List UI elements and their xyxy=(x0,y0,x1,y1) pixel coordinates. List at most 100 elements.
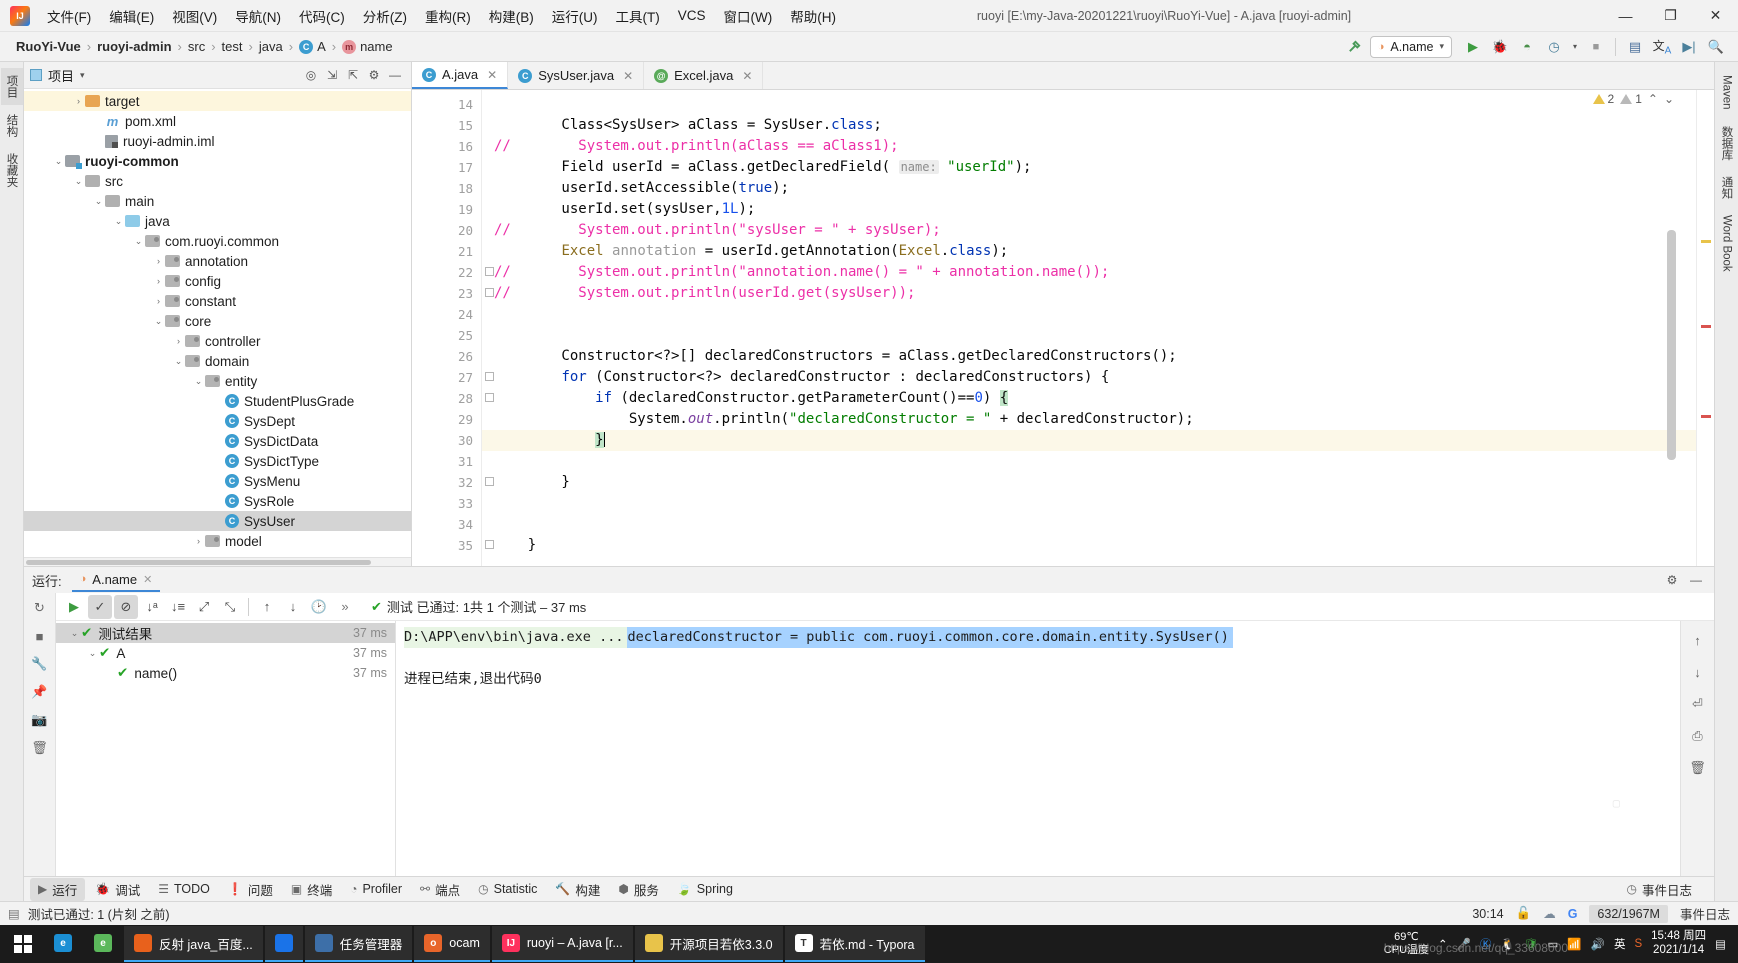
editor-tab-excel-java[interactable]: @ Excel.java ✕ xyxy=(644,62,764,89)
hide-ignored-icon[interactable]: ⊘ xyxy=(114,594,138,619)
prev-test-icon[interactable]: ↑ xyxy=(255,595,279,619)
menu-run[interactable]: 运行(U) xyxy=(543,2,607,30)
expand-arrow-icon[interactable]: ⌄ xyxy=(192,376,205,387)
close-icon[interactable]: ✕ xyxy=(487,68,497,82)
code-line[interactable]: for (Constructor<?> declaredConstructor … xyxy=(482,367,1696,388)
line-number[interactable]: 22 xyxy=(412,262,494,283)
project-horizontal-scrollbar[interactable] xyxy=(24,557,411,566)
line-number[interactable]: 35 xyxy=(412,535,494,556)
code-line[interactable] xyxy=(482,451,1696,472)
line-number[interactable]: 19 xyxy=(412,199,481,220)
tree-node-src[interactable]: ⌄ src xyxy=(24,171,411,191)
minimize-icon[interactable]: — xyxy=(1686,570,1706,590)
code-line[interactable] xyxy=(482,514,1696,535)
bottom-tab-run[interactable]: ▶ 运行 xyxy=(30,877,86,901)
taskbar-chrome[interactable] xyxy=(264,926,303,962)
tree-node-core[interactable]: ⌄ core xyxy=(24,311,411,331)
clock-widget[interactable]: 15:48 周四 2021/1/14 xyxy=(1651,930,1706,958)
code-line[interactable] xyxy=(482,493,1696,514)
expand-arrow-icon[interactable]: › xyxy=(152,296,165,306)
line-number[interactable]: 25 xyxy=(412,325,481,346)
delete-icon[interactable]: 🗑 xyxy=(29,737,51,759)
scroll-up-icon[interactable]: ↑ xyxy=(1686,629,1710,651)
soft-wrap-icon[interactable]: ⏎ xyxy=(1686,693,1710,715)
code-line[interactable]: Class<SysUser> aClass = SysUser.class; xyxy=(482,115,1696,136)
project-tree[interactable]: › target m pom.xml ruoyi-admin.iml ⌄ ruoyi-com… xyxy=(24,89,411,557)
hide-panel-icon[interactable]: — xyxy=(385,65,405,85)
more-actions-icon[interactable]: » xyxy=(333,595,357,619)
tree-node-java[interactable]: ⌄ java xyxy=(24,211,411,231)
run-tab-a-name[interactable]: ◑ A.name ✕ xyxy=(71,569,161,592)
code-line[interactable] xyxy=(482,94,1696,115)
settings-gear-icon[interactable]: ⚙ xyxy=(364,65,384,85)
line-number[interactable]: 14 xyxy=(412,94,481,115)
tool-window-database[interactable]: 数据库 xyxy=(1716,119,1738,168)
menu-edit[interactable]: 编辑(E) xyxy=(100,2,163,30)
line-number[interactable]: 33 xyxy=(412,493,481,514)
caret-position[interactable]: 30:14 xyxy=(1472,907,1503,921)
code-line[interactable]: // System.out.println("annotation.name()… xyxy=(482,262,1696,283)
weak-warning-badge[interactable]: 1 xyxy=(1620,92,1642,106)
tool-window-structure[interactable]: 结构 xyxy=(1,107,23,144)
close-icon[interactable]: ✕ xyxy=(742,69,752,83)
stop-button[interactable]: ■ xyxy=(1584,35,1608,59)
line-number[interactable]: 31 xyxy=(412,451,481,472)
tree-node-target[interactable]: › target xyxy=(24,91,411,111)
profile-icon[interactable]: ◷ xyxy=(1542,35,1566,59)
debug-icon[interactable]: 🐞 xyxy=(1488,35,1512,59)
sort-by-duration-icon[interactable]: ↓≡ xyxy=(166,595,190,619)
tool-window-project[interactable]: 项目 xyxy=(0,68,23,105)
tree-node-sysdept[interactable]: C SysDept xyxy=(24,411,411,431)
menu-code[interactable]: 代码(C) xyxy=(290,2,354,30)
code-line[interactable]: } xyxy=(482,535,1696,556)
code-line[interactable]: // System.out.println("sysUser = " + sys… xyxy=(482,220,1696,241)
close-button[interactable]: ✕ xyxy=(1693,0,1738,32)
line-number[interactable]: 20 xyxy=(412,220,481,241)
close-icon[interactable]: ✕ xyxy=(143,573,152,586)
code-line[interactable]: // System.out.println(userId.get(sysUser… xyxy=(482,283,1696,304)
build-project-icon[interactable]: ▤ xyxy=(1623,35,1647,59)
code-line[interactable]: // System.out.println(aClass == aClass1)… xyxy=(482,136,1696,157)
expand-arrow-icon[interactable]: ⌄ xyxy=(68,628,81,639)
breadcrumb-item-test[interactable]: test xyxy=(218,37,247,56)
taskbar-folder[interactable]: 开源项目若依3.3.0 xyxy=(634,926,783,962)
pin-icon[interactable]: 📌 xyxy=(29,681,51,703)
tree-node-sysuser[interactable]: C SysUser xyxy=(24,511,411,531)
expand-arrow-icon[interactable]: ⌄ xyxy=(92,196,105,207)
code-line[interactable]: Constructor<?>[] declaredConstructors = … xyxy=(482,346,1696,367)
code-line[interactable]: } xyxy=(482,472,1696,493)
menu-tools[interactable]: 工具(T) xyxy=(607,2,669,30)
show-passed-icon[interactable]: ✓ xyxy=(88,594,112,619)
next-test-icon[interactable]: ↓ xyxy=(281,595,305,619)
rerun-icon[interactable]: ↻ xyxy=(29,597,51,619)
run-with-coverage-icon[interactable]: ◓ xyxy=(1515,35,1539,59)
memory-indicator[interactable]: 632/1967M xyxy=(1589,904,1668,923)
menu-help[interactable]: 帮助(H) xyxy=(781,2,845,30)
tree-node-pom-xml[interactable]: m pom.xml xyxy=(24,111,411,131)
code-line[interactable]: userId.set(sysUser,1L); xyxy=(482,199,1696,220)
taskbar-task-manager[interactable]: 任务管理器 xyxy=(304,926,413,962)
tree-node-config[interactable]: › config xyxy=(24,271,411,291)
line-number[interactable]: 30 xyxy=(412,430,494,451)
menu-analyze[interactable]: 分析(Z) xyxy=(354,2,416,30)
tool-window-favorites[interactable]: 收藏夹 xyxy=(1,146,23,195)
code-content[interactable]: 2 1 ⌃ ⌄ Class<SysUser> aClass = SysUser.… xyxy=(482,90,1696,566)
hammer-icon[interactable] xyxy=(1343,35,1367,59)
volume-icon[interactable]: 🔊 xyxy=(1591,937,1605,951)
bottom-tab-todo[interactable]: ☰ TODO xyxy=(150,880,218,898)
tree-node-ruoyi-common[interactable]: ⌄ ruoyi-common xyxy=(24,151,411,171)
bottom-tab-build[interactable]: 🔨 构建 xyxy=(547,878,608,901)
taskbar-intellij[interactable]: IJ ruoyi – A.java [r... xyxy=(491,926,633,962)
google-icon[interactable]: G xyxy=(1568,907,1578,921)
run-button[interactable]: ▶ xyxy=(1461,35,1485,59)
code-line[interactable]: Field userId = aClass.getDeclaredField( … xyxy=(482,157,1696,178)
close-icon[interactable]: ✕ xyxy=(623,69,633,83)
bottom-tab-statistic[interactable]: ◷ Statistic xyxy=(470,880,545,898)
tool-window-word-book[interactable]: Word Book xyxy=(1718,208,1736,279)
breadcrumb-item-a[interactable]: CA xyxy=(295,37,330,56)
bottom-tab-spring[interactable]: 🍃 Spring xyxy=(669,880,741,898)
terminal-icon[interactable]: ▶| xyxy=(1677,35,1701,59)
bottom-tab-endpoints[interactable]: ⚯ 端点 xyxy=(412,878,468,901)
lock-icon[interactable]: 🔓 xyxy=(1516,906,1532,921)
expand-arrow-icon[interactable]: › xyxy=(72,96,85,106)
